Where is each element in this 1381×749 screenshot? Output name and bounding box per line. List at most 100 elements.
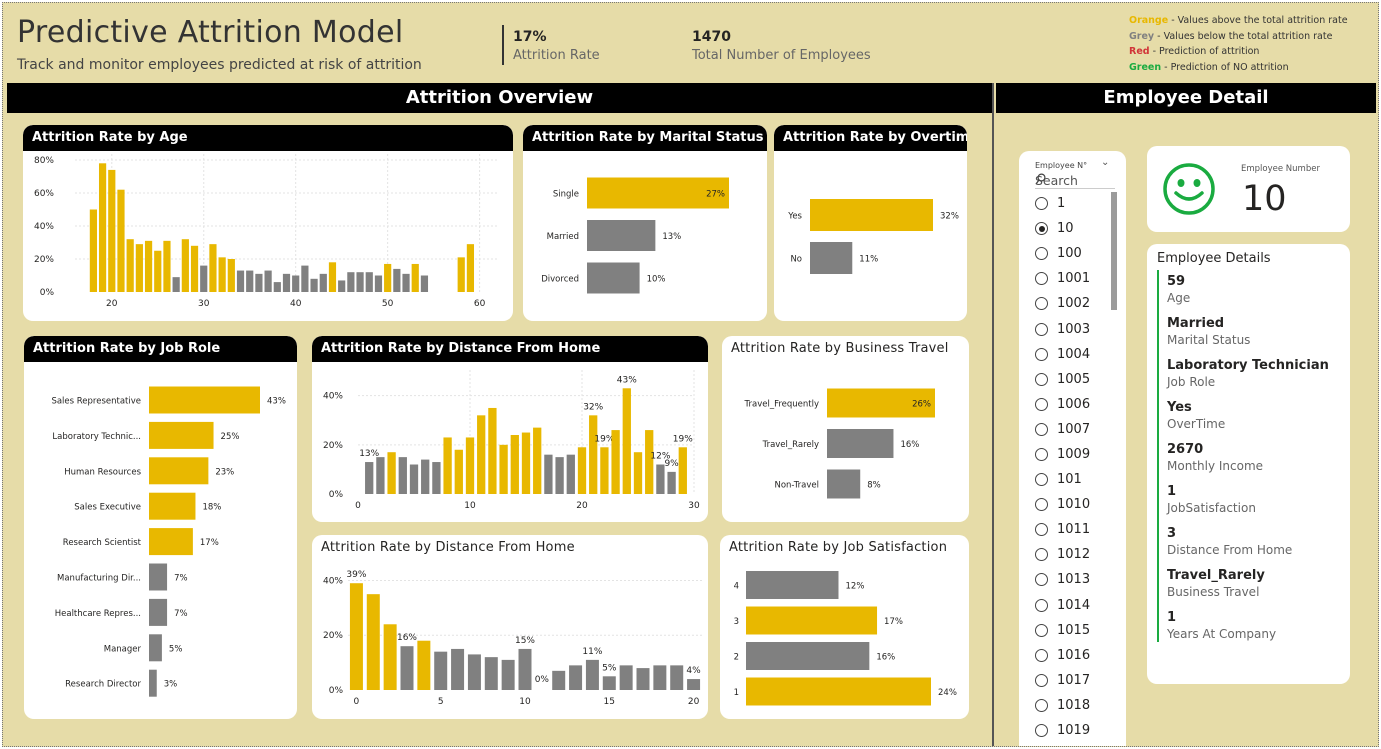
slicer-item[interactable]: 1006 bbox=[1035, 392, 1090, 417]
radio-button[interactable] bbox=[1035, 548, 1048, 562]
slicer-item-label: 1019 bbox=[1057, 723, 1091, 739]
detail-value: 1 bbox=[1167, 610, 1177, 625]
slicer-item[interactable]: 1011 bbox=[1035, 517, 1090, 542]
bar bbox=[264, 270, 272, 292]
details-list: 59 Age Married Marital Status Laboratory T… bbox=[1167, 274, 1329, 652]
radio-button[interactable] bbox=[1035, 447, 1048, 461]
slicer-item[interactable]: 1002 bbox=[1035, 291, 1090, 316]
legend-line-orange: Orange - Values above the total attritio… bbox=[1129, 15, 1348, 31]
detail-label: Distance From Home bbox=[1167, 543, 1293, 557]
slicer-search[interactable]: Search bbox=[1035, 173, 1115, 189]
slicer-item[interactable]: 1012 bbox=[1035, 542, 1090, 567]
radio-button[interactable] bbox=[1035, 523, 1048, 537]
slicer-item[interactable]: 1017 bbox=[1035, 668, 1090, 693]
radio-button[interactable] bbox=[1035, 347, 1048, 361]
radio-button[interactable] bbox=[1035, 498, 1048, 512]
age-chart-card[interactable]: Attrition Rate by Age 80% 60% 40% 20% 0% 20 30… bbox=[23, 125, 513, 321]
radio-button[interactable] bbox=[1035, 297, 1048, 311]
slicer-item[interactable]: 1 bbox=[1035, 191, 1090, 216]
distance-chart-card[interactable]: Attrition Rate by Distance From Home 40%… bbox=[312, 336, 708, 522]
detail-value: Laboratory Technician bbox=[1167, 358, 1329, 373]
kpi-total-employees: 1470 Total Number of Employees bbox=[692, 29, 871, 63]
data-label: 11% bbox=[859, 255, 878, 265]
bar bbox=[347, 272, 355, 292]
detail-label: Job Role bbox=[1167, 375, 1216, 389]
radio-button[interactable] bbox=[1035, 247, 1048, 261]
distance-chart: 40%20%0%0 10 20 3013%32%19%43%12%9%19% bbox=[323, 370, 700, 511]
bar bbox=[366, 594, 380, 690]
slicer-item[interactable]: 1018 bbox=[1035, 693, 1090, 718]
slicer-item[interactable]: 1007 bbox=[1035, 417, 1090, 442]
radio-button[interactable] bbox=[1035, 422, 1048, 436]
kpi-label: Total Number of Employees bbox=[692, 48, 871, 63]
radio-button[interactable] bbox=[1035, 322, 1048, 336]
detail-value: Travel_Rarely bbox=[1167, 568, 1265, 583]
bar bbox=[383, 624, 397, 690]
data-label: 27% bbox=[706, 190, 725, 200]
radio-button[interactable] bbox=[1035, 473, 1048, 487]
employee-number-label: Employee Number bbox=[1241, 164, 1320, 174]
jobsat-chart-card[interactable]: Attrition Rate by Job Satisfaction 4 12% 3… bbox=[720, 535, 969, 719]
jobrole-chart-card[interactable]: Attrition Rate by Job Role Sales Represe… bbox=[24, 336, 297, 719]
radio-button[interactable] bbox=[1035, 648, 1048, 662]
radio-button[interactable] bbox=[1035, 623, 1048, 637]
slicer-item[interactable]: 1004 bbox=[1035, 342, 1090, 367]
data-label: 32% bbox=[583, 402, 603, 412]
bar bbox=[149, 598, 168, 626]
category-label: 2 bbox=[734, 653, 739, 663]
dashboard-canvas: Predictive Attrition Model Track and mon… bbox=[2, 2, 1379, 747]
radio-button[interactable] bbox=[1035, 598, 1048, 612]
distance-chart-2-card[interactable]: Attrition Rate by Distance From Home 40%… bbox=[312, 535, 708, 719]
slicer-item-label: 1018 bbox=[1057, 697, 1091, 713]
slicer-item[interactable]: 1019 bbox=[1035, 718, 1090, 743]
data-label: 32% bbox=[940, 212, 959, 222]
slicer-item[interactable]: 100 bbox=[1035, 241, 1090, 266]
kpi-attrition-rate: 17% Attrition Rate bbox=[513, 29, 600, 63]
radio-button[interactable] bbox=[1035, 197, 1048, 211]
smiley-icon bbox=[1163, 163, 1215, 215]
slicer-title: Employee N° bbox=[1035, 161, 1088, 170]
slicer-item[interactable]: 1003 bbox=[1035, 316, 1090, 341]
slicer-item[interactable]: 1015 bbox=[1035, 618, 1090, 643]
slicer-item[interactable]: 1009 bbox=[1035, 442, 1090, 467]
bar bbox=[356, 272, 364, 292]
x-tick-label: 0 bbox=[355, 501, 361, 511]
slicer-item[interactable]: 101 bbox=[1035, 467, 1090, 492]
bar bbox=[484, 657, 498, 690]
radio-button[interactable] bbox=[1035, 397, 1048, 411]
radio-button[interactable] bbox=[1035, 222, 1048, 236]
travel-chart-card[interactable]: Attrition Rate by Business Travel Travel… bbox=[722, 336, 969, 522]
radio-button[interactable] bbox=[1035, 698, 1048, 712]
category-label: Manager bbox=[104, 644, 142, 654]
bar bbox=[488, 407, 497, 494]
slicer-scrollbar[interactable] bbox=[1111, 192, 1117, 310]
data-label: 19% bbox=[673, 434, 693, 444]
bar bbox=[667, 471, 676, 494]
slicer-item[interactable]: 1016 bbox=[1035, 643, 1090, 668]
bar bbox=[653, 665, 667, 690]
marital-chart-card[interactable]: Attrition Rate by Marital Status Single 2… bbox=[523, 125, 767, 321]
radio-button[interactable] bbox=[1035, 372, 1048, 386]
slicer-item[interactable]: 1005 bbox=[1035, 367, 1090, 392]
slicer-item[interactable]: 1013 bbox=[1035, 567, 1090, 592]
radio-button[interactable] bbox=[1035, 724, 1048, 738]
category-label: Sales Representative bbox=[51, 397, 141, 407]
data-label: 5% bbox=[602, 663, 617, 673]
category-label: Yes bbox=[787, 212, 802, 222]
overtime-chart-card[interactable]: Attrition Rate by Overtime Yes 32% No 11% bbox=[774, 125, 967, 321]
bar bbox=[154, 250, 162, 292]
radio-button[interactable] bbox=[1035, 673, 1048, 687]
slicer-item[interactable]: 10 bbox=[1035, 216, 1090, 241]
legend-text: - Values below the total attrition rate bbox=[1154, 30, 1333, 42]
category-label: Single bbox=[553, 190, 579, 200]
slicer-item[interactable]: 1014 bbox=[1035, 593, 1090, 618]
employee-slicer[interactable]: Employee N° ⌄ Search 1 10 100 1001 1002 1003 1… bbox=[1019, 151, 1126, 746]
slicer-item[interactable]: 1001 bbox=[1035, 266, 1090, 291]
bar bbox=[633, 452, 643, 494]
data-label: 12% bbox=[846, 582, 865, 592]
bar bbox=[319, 273, 327, 292]
radio-button[interactable] bbox=[1035, 573, 1048, 587]
radio-button[interactable] bbox=[1035, 272, 1048, 286]
chevron-down-icon[interactable]: ⌄ bbox=[1101, 157, 1109, 168]
slicer-item[interactable]: 1010 bbox=[1035, 492, 1090, 517]
